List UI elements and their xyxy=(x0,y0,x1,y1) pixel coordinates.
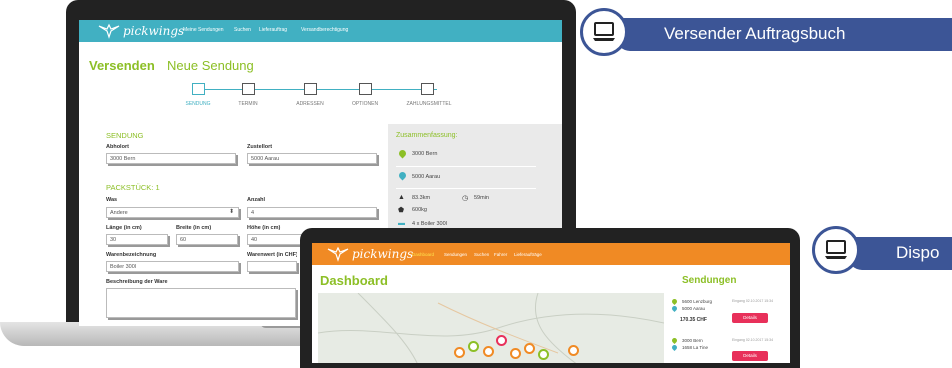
summary-weight: 600kg xyxy=(412,207,427,213)
summary-items: 4 x Boiler 300l xyxy=(412,221,447,227)
beschreibung-textarea[interactable] xyxy=(106,288,296,318)
sendungen-title: Sendungen xyxy=(682,275,737,286)
map-marker[interactable] xyxy=(538,349,549,360)
page-title: Versenden xyxy=(89,58,155,73)
badge-bar: Versender Auftragsbuch xyxy=(616,18,952,51)
map-marker[interactable] xyxy=(483,346,494,357)
package-icon: ▬ xyxy=(398,220,405,227)
page-subtitle: Neue Sendung xyxy=(167,58,254,73)
shipment-1-price: 170.35 CHF xyxy=(680,317,707,323)
map-marker[interactable] xyxy=(510,348,521,359)
map-marker[interactable] xyxy=(468,341,479,352)
badge-circle xyxy=(812,226,860,274)
nav-versandberechtigung[interactable]: Versandberechtigung xyxy=(301,27,348,33)
logo-text[interactable]: pickwings xyxy=(352,247,413,261)
label-was: Was xyxy=(106,197,118,203)
stepper-line xyxy=(197,89,437,90)
nav-meine-sendungen[interactable]: Meine Sendungen xyxy=(183,27,224,33)
nav-sendungen[interactable]: Sendungen xyxy=(444,252,467,257)
pin-green-icon xyxy=(397,148,408,159)
summary-to: 5000 Aarau xyxy=(412,174,441,180)
summary-distance: 83.3km xyxy=(412,195,431,201)
warenbezeichnung-input[interactable]: Boiler 300l xyxy=(106,261,239,272)
badge-dispo: Dispo xyxy=(812,226,952,276)
label-hoehe: Höhe (in cm) xyxy=(247,225,281,231)
label-laenge: Länge (in cm) xyxy=(106,225,142,231)
laptop-icon xyxy=(825,240,847,259)
nav-lieferauftrag[interactable]: Lieferauftrag xyxy=(259,27,287,33)
map-marker[interactable] xyxy=(524,343,535,354)
label-abholort: Abholort xyxy=(106,144,129,150)
step-zahlungsmittel[interactable] xyxy=(421,83,434,95)
summary-from: 3000 Bern xyxy=(412,151,438,157)
pin-green-icon xyxy=(670,336,679,345)
step-label-termin: TERMIN xyxy=(238,101,258,107)
details-button[interactable]: Details xyxy=(732,351,768,361)
map-view[interactable] xyxy=(318,293,664,363)
shipment-2-date: Eingang 02.10.2017 15:34 xyxy=(732,338,774,342)
clock-icon: ◷ xyxy=(462,195,469,202)
divider xyxy=(396,166,536,167)
badge-versender: Versender Auftragsbuch xyxy=(580,8,952,58)
warenwert-input[interactable] xyxy=(247,261,297,272)
pin-green-icon xyxy=(670,297,679,306)
nav-lieferauftraege[interactable]: Lieferaufträge xyxy=(514,252,542,257)
abholort-input[interactable]: 3000 Bern xyxy=(106,153,236,164)
map-marker[interactable] xyxy=(496,335,507,346)
pin-teal-icon xyxy=(670,343,679,352)
step-optionen[interactable] xyxy=(359,83,372,95)
step-sendung[interactable] xyxy=(192,83,205,95)
nav-suchen[interactable]: Suchen xyxy=(234,27,251,33)
nav-fahrer[interactable]: Fahrer xyxy=(494,252,507,257)
section-title-sendung: SENDUNG xyxy=(106,131,144,140)
label-zustellort: Zustellort xyxy=(247,144,273,150)
step-adressen[interactable] xyxy=(304,83,317,95)
laptop-icon xyxy=(593,22,615,41)
shipment-2-from: 3000 Bern xyxy=(682,338,703,343)
select-arrows-icon: ⬍ xyxy=(229,209,235,215)
breite-input[interactable]: 60 xyxy=(176,234,238,245)
map-marker[interactable] xyxy=(454,347,465,358)
nav-suchen[interactable]: Suchen xyxy=(474,252,489,257)
nav-dashboard[interactable]: Dashboard xyxy=(412,252,434,257)
logo-text[interactable]: pickwings xyxy=(123,24,184,38)
shipment-1-to: 5000 Aarau xyxy=(682,306,706,311)
badge-label-versender: Versender Auftragsbuch xyxy=(664,24,846,43)
laenge-input[interactable]: 30 xyxy=(106,234,168,245)
badge-bar: Dispo xyxy=(848,237,952,270)
pickwings-logo-icon xyxy=(327,246,349,262)
pin-teal-icon xyxy=(397,170,408,181)
weight-icon: ⬟ xyxy=(398,207,405,214)
label-anzahl: Anzahl xyxy=(247,197,266,203)
pickwings-logo-icon xyxy=(98,23,120,39)
step-label-zahlungsmittel: ZAHLUNGSMITTEL xyxy=(406,101,452,107)
step-termin[interactable] xyxy=(242,83,255,95)
divider xyxy=(396,188,536,189)
anzahl-input[interactable]: 4 xyxy=(247,207,377,218)
badge-circle xyxy=(580,8,628,56)
label-beschreibung: Beschreibung der Ware xyxy=(106,279,168,285)
section-title-packstueck: PACKSTÜCK: 1 xyxy=(106,183,160,192)
label-warenbezeichnung: Warenbezeichnung xyxy=(106,252,157,258)
summary-duration: 59min xyxy=(474,195,489,201)
summary-title: Zusammenfassung: xyxy=(396,132,458,139)
label-breite: Breite (in cm) xyxy=(176,225,212,231)
shipment-1-from: 5600 Lenzburg xyxy=(682,299,713,304)
label-warenwert: Warenwert (in CHF) xyxy=(247,252,297,258)
map-marker[interactable] xyxy=(568,345,579,356)
top-navbar-orange: pickwings Dashboard Sendungen Suchen Fah… xyxy=(312,243,790,265)
shipment-2-to: 1658 La Tine xyxy=(682,345,709,350)
road-icon: ▲ xyxy=(398,194,405,201)
was-select[interactable]: Andere xyxy=(106,207,239,218)
dashboard-title: Dashboard xyxy=(320,273,388,288)
zustellort-input[interactable]: 5000 Aarau xyxy=(247,153,377,164)
badge-label-dispo: Dispo xyxy=(896,243,940,262)
pin-teal-icon xyxy=(670,304,679,313)
top-navbar: pickwings Meine Sendungen Suchen Liefera… xyxy=(79,20,562,42)
details-button[interactable]: Details xyxy=(732,313,768,323)
dispo-screen: pickwings Dashboard Sendungen Suchen Fah… xyxy=(312,243,790,363)
shipment-1-date: Eingang 02.10.2017 15:34 xyxy=(732,299,774,303)
step-label-optionen: OPTIONEN xyxy=(351,101,379,107)
